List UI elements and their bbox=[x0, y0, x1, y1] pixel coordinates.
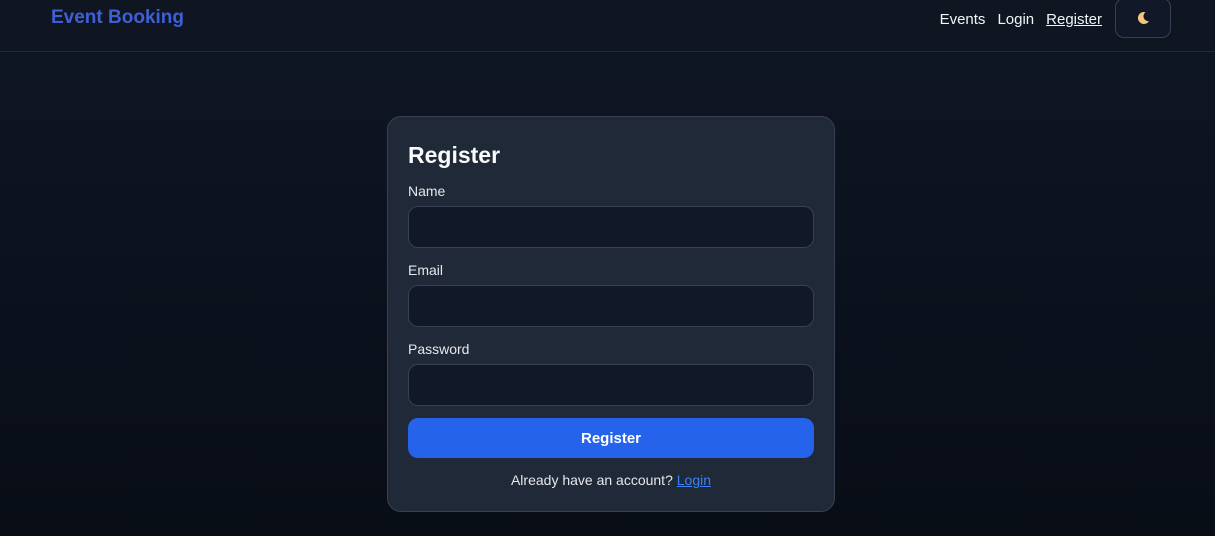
login-prompt-text: Already have an account? bbox=[510, 472, 673, 488]
brand-logo-link[interactable]: Event Booking bbox=[51, 7, 184, 29]
moon-icon bbox=[1137, 11, 1149, 24]
password-input[interactable] bbox=[408, 364, 814, 406]
nav-link-register[interactable]: Register bbox=[1046, 11, 1102, 28]
name-label: Name bbox=[408, 183, 446, 199]
nav-link-login[interactable]: Login bbox=[997, 11, 1034, 28]
email-field-group: Email bbox=[408, 262, 814, 327]
nav-link-events[interactable]: Events bbox=[940, 11, 986, 28]
form-title: Register bbox=[408, 142, 501, 168]
password-field-group: Password bbox=[408, 341, 814, 406]
register-submit-button[interactable]: Register bbox=[408, 418, 814, 458]
name-input[interactable] bbox=[408, 206, 814, 248]
password-label: Password bbox=[408, 341, 470, 357]
email-input[interactable] bbox=[408, 285, 814, 327]
login-prompt: Already have an account? Login bbox=[408, 472, 814, 488]
navbar: Event Booking Events Login Register bbox=[0, 0, 1215, 52]
theme-toggle-button[interactable] bbox=[1115, 0, 1171, 38]
name-field-group: Name bbox=[408, 183, 814, 248]
email-label: Email bbox=[408, 262, 444, 278]
login-link[interactable]: Login bbox=[677, 472, 711, 488]
register-card: Register Name Email Password Register Al… bbox=[387, 116, 835, 512]
nav-links: Events Login Register bbox=[940, 0, 1171, 38]
